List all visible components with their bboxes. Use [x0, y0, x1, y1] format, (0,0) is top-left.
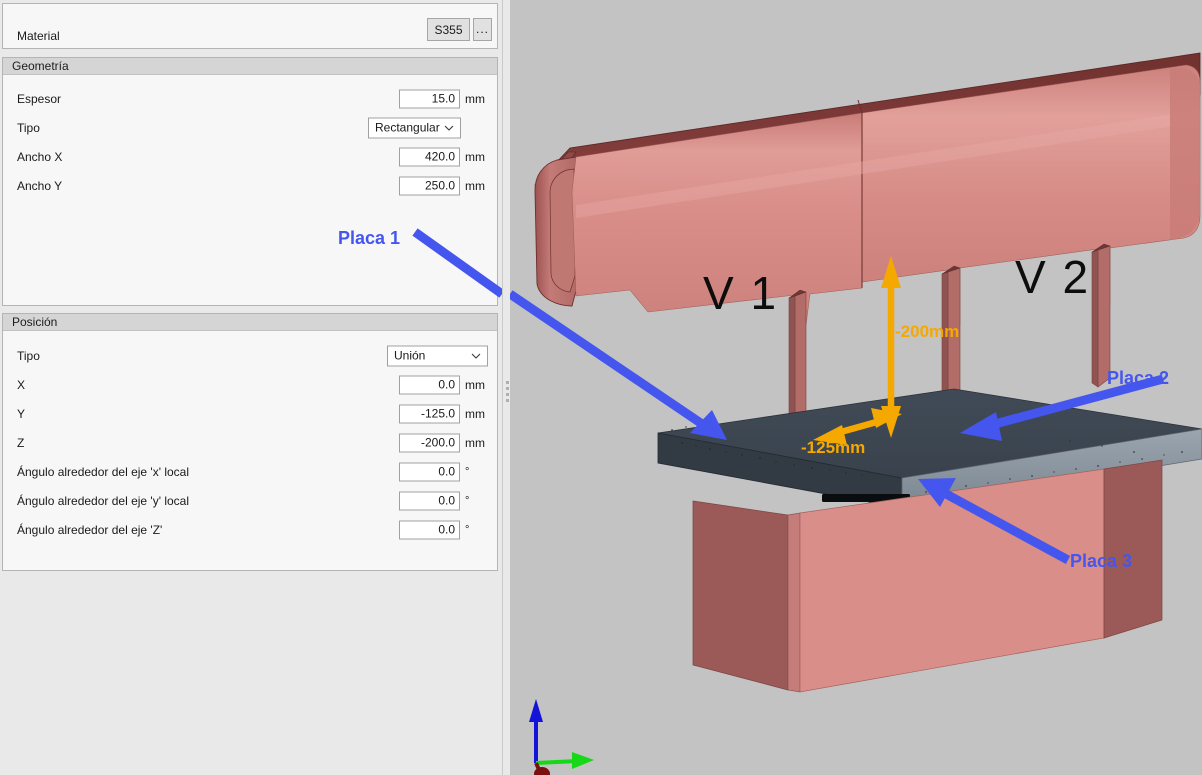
- application-window: Material S355 ... Geometría Espesor mm T…: [0, 0, 1202, 775]
- tipo-geometria-value: Rectangular: [375, 120, 440, 135]
- splitter-grip-icon: [506, 381, 509, 405]
- beam-right-end-round: [1170, 67, 1200, 240]
- angulo-y-input[interactable]: [399, 491, 460, 510]
- chevron-down-icon: [469, 349, 483, 363]
- row-ancho-x: Ancho X mm: [3, 142, 497, 171]
- column-right-flange: [1103, 459, 1163, 639]
- ancho-x-label: Ancho X: [17, 149, 63, 164]
- row-x: X mm: [3, 370, 497, 399]
- row-tipo-geometria: Tipo Rectangular: [3, 113, 497, 142]
- z-unit: mm: [465, 435, 485, 450]
- z-input[interactable]: [399, 433, 460, 452]
- model-3d-scene: [510, 52, 1202, 775]
- angulo-x-input[interactable]: [399, 462, 460, 481]
- material-group: Material S355 ...: [2, 3, 498, 49]
- tipo-posicion-select[interactable]: Unión: [387, 345, 488, 366]
- tipo-posicion-value: Unión: [394, 348, 426, 363]
- angulo-y-unit: °: [465, 494, 470, 507]
- tipo-geometria-select[interactable]: Rectangular: [368, 117, 461, 138]
- x-input[interactable]: [399, 375, 460, 394]
- espesor-label: Espesor: [17, 91, 62, 106]
- espesor-input[interactable]: [399, 89, 460, 108]
- ancho-y-label: Ancho Y: [17, 178, 63, 193]
- espesor-unit: mm: [465, 91, 485, 106]
- dimension-label-vertical: -200mm: [895, 322, 960, 341]
- chevron-down-icon: [442, 121, 456, 135]
- column-front-face: [799, 468, 1105, 693]
- annotation-label-placa2: Placa 2: [1107, 368, 1170, 388]
- row-ancho-y: Ancho Y mm: [3, 171, 497, 200]
- geometria-group: Geometría Espesor mm Tipo Rectangular: [2, 57, 498, 306]
- row-z: Z mm: [3, 428, 497, 457]
- panel-splitter[interactable]: [502, 0, 510, 775]
- dimension-label-horizontal: -125mm: [801, 438, 866, 457]
- tipo-posicion-label: Tipo: [17, 348, 40, 363]
- ancho-x-unit: mm: [465, 149, 485, 164]
- angulo-z-input[interactable]: [399, 520, 460, 539]
- y-unit: mm: [465, 406, 485, 421]
- properties-panel: Material S355 ... Geometría Espesor mm T…: [0, 0, 502, 775]
- angulo-x-label: Ángulo alrededor del eje 'x' local: [17, 464, 190, 479]
- angulo-z-unit: °: [465, 523, 470, 536]
- angulo-x-unit: °: [465, 465, 470, 478]
- beam-label-v1: V 1: [703, 267, 779, 319]
- ancho-x-input[interactable]: [399, 147, 460, 166]
- row-angulo-x: Ángulo alrededor del eje 'x' local °: [3, 457, 497, 486]
- y-input[interactable]: [399, 404, 460, 423]
- x-unit: mm: [465, 377, 485, 392]
- annotation-label-placa3: Placa 3: [1070, 551, 1133, 571]
- beam-label-v2: V 2: [1015, 251, 1091, 303]
- geometria-group-title: Geometría: [3, 58, 497, 75]
- z-label: Z: [17, 435, 25, 450]
- axis-gizmo[interactable]: [529, 699, 594, 775]
- row-tipo-posicion: Tipo Unión: [3, 341, 497, 370]
- beam-left-end-inner: [549, 168, 576, 293]
- angulo-z-label: Ángulo alrededor del eje 'Z': [17, 522, 163, 537]
- ancho-y-unit: mm: [465, 178, 485, 193]
- angulo-y-label: Ángulo alrededor del eje 'y' local: [17, 493, 190, 508]
- row-angulo-y: Ángulo alrededor del eje 'y' local °: [3, 486, 497, 515]
- annotation-label-placa1: Placa 1: [338, 228, 401, 248]
- posicion-group-title: Posición: [3, 314, 497, 331]
- row-angulo-z: Ángulo alrededor del eje 'Z' °: [3, 515, 497, 544]
- tipo-geometria-label: Tipo: [17, 120, 40, 135]
- row-y: Y mm: [3, 399, 497, 428]
- model-3d-viewport[interactable]: V 1 V 2 -200mm -125mm Placa 2 Placa 3: [510, 0, 1202, 775]
- material-value-button[interactable]: S355: [427, 18, 470, 41]
- row-espesor: Espesor mm: [3, 84, 497, 113]
- posicion-group: Posición Tipo Unión X 0.0 mm Y -125.0 mm…: [2, 313, 498, 571]
- material-browse-button[interactable]: ...: [473, 18, 492, 41]
- column-left-flange: [692, 500, 789, 691]
- material-label: Material: [17, 29, 60, 43]
- ancho-y-input[interactable]: [399, 176, 460, 195]
- column-web: [787, 512, 801, 693]
- y-label: Y: [17, 406, 26, 421]
- x-label: X: [17, 377, 26, 392]
